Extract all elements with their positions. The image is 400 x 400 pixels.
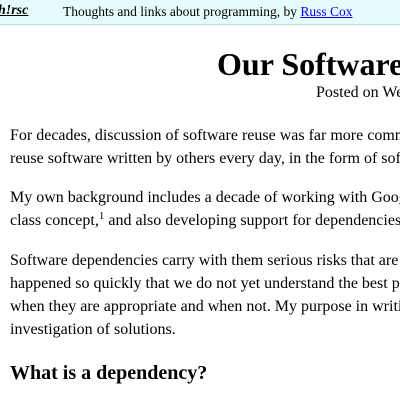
site-header: h!rsc Thoughts and links about programmi… [0,0,400,25]
paragraph-text: and also developing support for dependen… [104,212,400,229]
paragraph-line: reuse software written by others every d… [10,150,400,167]
site-tagline: Thoughts and links about programming, by… [63,4,353,20]
paragraph-1: For decades, discussion of software reus… [10,124,400,170]
paragraph-line: happened so quickly that we do not yet u… [10,275,400,292]
section-heading: What is a dependency? [10,362,208,384]
paragraph-line: when they are appropriate and when not. … [10,298,400,315]
paragraph-3: Software dependencies carry with them se… [10,249,400,341]
paragraph-line: For decades, discussion of software reus… [10,127,400,144]
paragraph-line: Software dependencies carry with them se… [10,252,399,269]
site-logo-link[interactable]: h!rsc [0,3,28,19]
paragraph-line: My own background includes a decade of w… [10,189,400,206]
paragraph-line: investigation of solutions. [10,321,176,338]
article-title: Our Software [217,46,400,82]
tagline-text: Thoughts and links about programming, by [63,4,301,19]
paragraph-text: class concept, [10,212,99,229]
post-date: Posted on We [316,84,400,101]
author-link[interactable]: Russ Cox [300,4,352,19]
paragraph-2: My own background includes a decade of w… [10,186,400,232]
paragraph-line: class concept,1 and also developing supp… [10,209,400,232]
